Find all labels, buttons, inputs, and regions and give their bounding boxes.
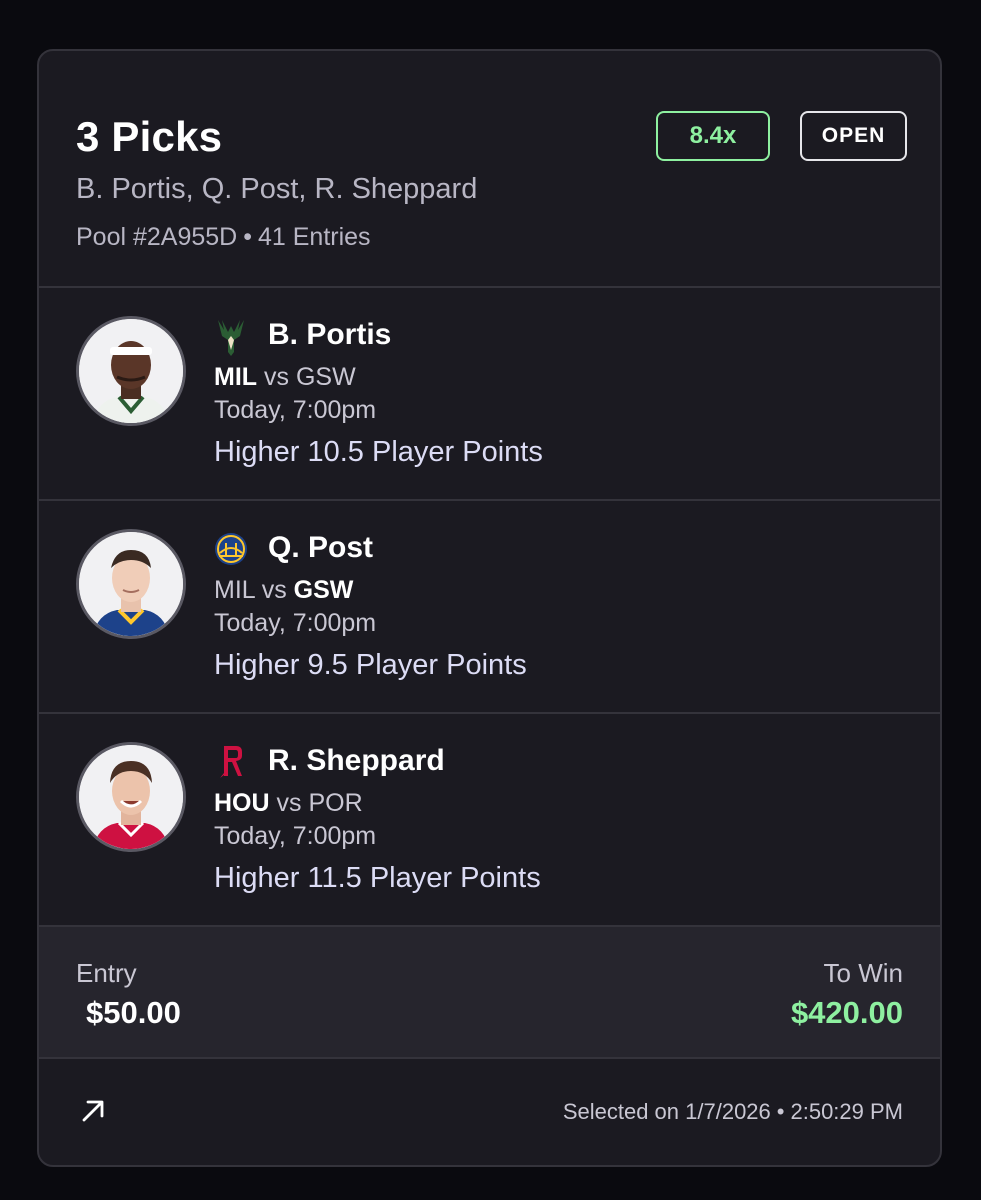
bucks-logo-icon <box>218 320 244 356</box>
selected-date: Selected on 1/7/2026 <box>562 1099 771 1124</box>
pick-row[interactable]: R. Sheppard HOU vs POR Today, 7:00pm Hig… <box>39 714 940 927</box>
slip-header: 3 Picks B. Portis, Q. Post, R. Sheppard … <box>39 51 940 288</box>
status-badge: OPEN <box>800 111 907 161</box>
separator-dot: • <box>243 223 252 251</box>
projection-line: Higher 11.5 Player Points <box>214 862 541 894</box>
player-name: B. Portis <box>268 318 392 351</box>
projection-line: Higher 10.5 Player Points <box>214 436 543 468</box>
pool-id: Pool #2A955D <box>76 223 238 251</box>
entry-summary: Entry $50.00 To Win $420.00 <box>39 927 940 1059</box>
entry-label: Entry <box>76 958 137 988</box>
away-team: GSW <box>293 576 354 604</box>
entries-count: 41 Entries <box>258 223 371 251</box>
player-avatar <box>76 529 186 639</box>
away-team: POR <box>308 789 363 817</box>
projection-line: Higher 9.5 Player Points <box>214 649 527 681</box>
versus-label: vs <box>276 789 302 817</box>
player-name: Q. Post <box>268 531 374 564</box>
slip-title: 3 Picks <box>76 113 223 160</box>
slip-footer: Selected on 1/7/2026 • 2:50:29 PM <box>39 1059 940 1165</box>
matchup: HOU vs POR <box>214 789 363 818</box>
versus-label: vs <box>261 576 287 604</box>
game-time: Today, 7:00pm <box>214 609 377 637</box>
warriors-logo-icon <box>215 533 247 565</box>
matchup: MIL vs GSW <box>214 576 353 605</box>
player-avatar <box>76 316 186 426</box>
home-team: MIL <box>214 576 255 604</box>
entry-amount: $50.00 <box>86 995 181 1030</box>
matchup: MIL vs GSW <box>214 363 356 392</box>
pool-info: Pool #2A955D • 41 Entries <box>76 223 371 252</box>
home-team: MIL <box>214 363 258 391</box>
to-win-amount: $420.00 <box>790 995 903 1030</box>
pick-slip-card: 3 Picks B. Portis, Q. Post, R. Sheppard … <box>37 49 942 1167</box>
to-win-label: To Win <box>823 958 903 988</box>
pick-row[interactable]: Q. Post MIL vs GSW Today, 7:00pm Higher … <box>39 501 940 714</box>
player-name: R. Sheppard <box>268 744 445 777</box>
arrow-up-right-icon[interactable] <box>79 1097 107 1125</box>
away-team: GSW <box>295 363 356 391</box>
pick-row[interactable]: B. Portis MIL vs GSW Today, 7:00pm Highe… <box>39 288 940 501</box>
home-team: HOU <box>214 789 270 817</box>
selected-time: 2:50:29 PM <box>790 1099 903 1124</box>
separator-dot: • <box>776 1099 785 1124</box>
game-time: Today, 7:00pm <box>214 396 377 424</box>
rockets-logo-icon <box>220 746 242 778</box>
player-avatar <box>76 742 186 852</box>
players-summary: B. Portis, Q. Post, R. Sheppard <box>76 173 478 205</box>
payout-multiplier-badge: 8.4x <box>656 111 770 161</box>
game-time: Today, 7:00pm <box>214 822 377 850</box>
versus-label: vs <box>264 363 289 391</box>
selected-timestamp: Selected on 1/7/2026 • 2:50:29 PM <box>563 1099 903 1125</box>
